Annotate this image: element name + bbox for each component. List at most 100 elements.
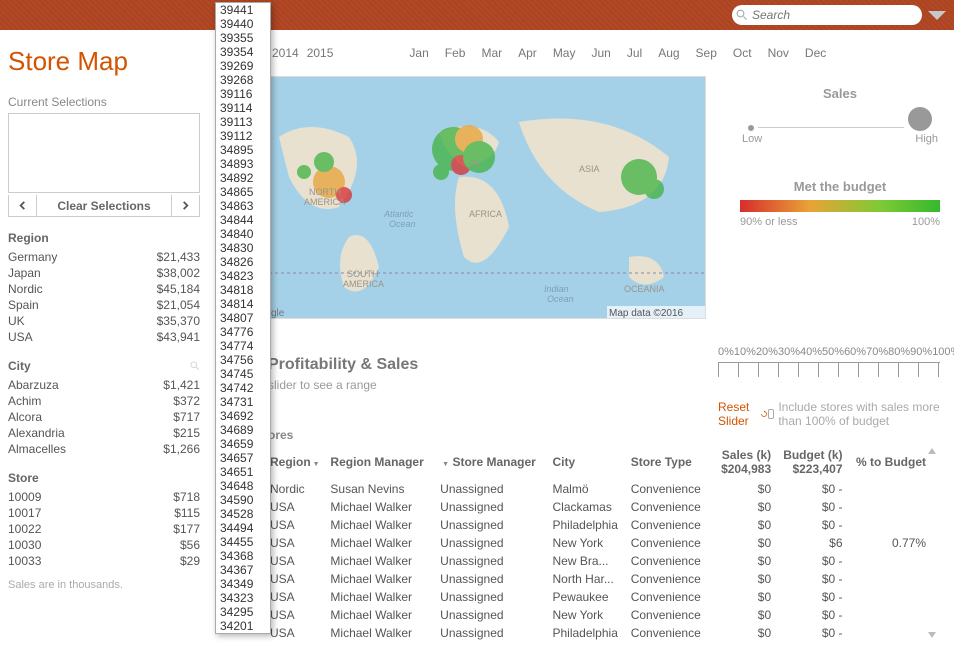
dropdown-option[interactable]: 34657 <box>216 451 270 465</box>
search-scope-dropdown[interactable] <box>928 11 946 20</box>
dropdown-option[interactable]: 39116 <box>216 87 270 101</box>
dropdown-option[interactable]: 34893 <box>216 157 270 171</box>
dropdown-option[interactable]: 34840 <box>216 227 270 241</box>
store-row[interactable]: 10033$29 <box>8 553 200 569</box>
col-region-manager[interactable]: Region Manager <box>328 444 438 480</box>
dropdown-option[interactable]: 39355 <box>216 31 270 45</box>
search-input[interactable] <box>752 8 916 22</box>
table-scroll-down[interactable] <box>928 632 936 638</box>
world-map[interactable]: NORTH AMERICA SOUTH AMERICA PE AFRICA AS… <box>268 76 706 319</box>
table-row[interactable]: USAMichael WalkerUnassignedPhiladelphiaC… <box>268 624 940 642</box>
dropdown-option[interactable]: 34807 <box>216 311 270 325</box>
include-over-100-checkbox[interactable]: Include stores with sales more than 100%… <box>768 400 940 428</box>
dropdown-option[interactable]: 39113 <box>216 115 270 129</box>
dropdown-option[interactable]: 39441 <box>216 3 270 17</box>
city-row[interactable]: Achim$372 <box>8 393 200 409</box>
month-filter[interactable]: May <box>549 44 580 62</box>
region-row[interactable]: UK$35,370 <box>8 313 200 329</box>
month-filter[interactable]: Jun <box>587 44 614 62</box>
month-filter[interactable]: Oct <box>729 44 756 62</box>
dropdown-option[interactable]: 34895 <box>216 143 270 157</box>
dropdown-option[interactable]: 34455 <box>216 535 270 549</box>
store-row[interactable]: 10009$718 <box>8 489 200 505</box>
dropdown-option[interactable]: 39114 <box>216 101 270 115</box>
dropdown-option[interactable]: 34689 <box>216 423 270 437</box>
dropdown-option[interactable]: 34830 <box>216 241 270 255</box>
store-row[interactable]: 10030$56 <box>8 537 200 553</box>
table-row[interactable]: USAMichael WalkerUnassignedNew Bra...Con… <box>268 552 940 570</box>
dropdown-option[interactable]: 39354 <box>216 45 270 59</box>
col-budget[interactable]: Budget (k)$223,407 <box>773 444 844 480</box>
dropdown-option[interactable]: 39440 <box>216 17 270 31</box>
dropdown-option[interactable]: 34865 <box>216 185 270 199</box>
dropdown-option[interactable]: 34892 <box>216 171 270 185</box>
table-scroll-up[interactable] <box>928 448 936 454</box>
col-city[interactable]: City <box>550 444 628 480</box>
month-filter[interactable]: Jan <box>405 44 432 62</box>
table-row[interactable]: USAMichael WalkerUnassignedNew YorkConve… <box>268 606 940 624</box>
dropdown-option[interactable]: 34863 <box>216 199 270 213</box>
dropdown-option[interactable]: 34528 <box>216 507 270 521</box>
store-row[interactable]: 10022$177 <box>8 521 200 537</box>
dropdown-option[interactable]: 39112 <box>216 129 270 143</box>
dropdown-option[interactable]: 34648 <box>216 479 270 493</box>
dropdown-option[interactable]: 34745 <box>216 367 270 381</box>
dropdown-option[interactable]: 34367 <box>216 563 270 577</box>
city-row[interactable]: Alcora$717 <box>8 409 200 425</box>
month-filter[interactable]: Mar <box>477 44 506 62</box>
region-row[interactable]: USA$43,941 <box>8 329 200 345</box>
store-row[interactable]: 10017$115 <box>8 505 200 521</box>
col-store-manager[interactable]: ▼ Store Manager <box>438 444 550 480</box>
table-row[interactable]: USAMichael WalkerUnassignedPewaukeeConve… <box>268 588 940 606</box>
city-row[interactable]: Almacelles$1,266 <box>8 441 200 457</box>
dropdown-option[interactable]: 34731 <box>216 395 270 409</box>
dropdown-option[interactable]: 34368 <box>216 549 270 563</box>
region-row[interactable]: Spain$21,054 <box>8 297 200 313</box>
budget-slider[interactable]: 0%10%20%30%40%50%60%70%80%90%100% <box>718 346 940 376</box>
col-pct-budget[interactable]: % to Budget <box>845 444 928 480</box>
store-id-dropdown[interactable]: 3944139440393553935439269392683911639114… <box>215 2 271 634</box>
dropdown-option[interactable]: 34659 <box>216 437 270 451</box>
table-row[interactable]: USAMichael WalkerUnassignedNorth Har...C… <box>268 570 940 588</box>
region-row[interactable]: Germany$21,433 <box>8 249 200 265</box>
month-filter[interactable]: Feb <box>441 44 470 62</box>
dropdown-option[interactable]: 34826 <box>216 255 270 269</box>
col-sales[interactable]: Sales (k)$204,983 <box>712 444 773 480</box>
dropdown-option[interactable]: 34349 <box>216 577 270 591</box>
selection-forward-button[interactable] <box>171 195 199 216</box>
reset-slider-button[interactable]: Reset Slider <box>718 400 768 428</box>
dropdown-option[interactable]: 34774 <box>216 339 270 353</box>
search-box[interactable] <box>732 5 922 25</box>
year-filter[interactable]: 2015 <box>303 44 338 62</box>
dropdown-option[interactable]: 34494 <box>216 521 270 535</box>
region-row[interactable]: Japan$38,002 <box>8 265 200 281</box>
dropdown-option[interactable]: 34814 <box>216 297 270 311</box>
col-region[interactable]: Region▼ <box>268 444 328 480</box>
dropdown-option[interactable]: 34201 <box>216 619 270 633</box>
month-filter[interactable]: Nov <box>764 44 793 62</box>
dropdown-option[interactable]: 34742 <box>216 381 270 395</box>
col-store-type[interactable]: Store Type <box>629 444 712 480</box>
search-icon[interactable] <box>190 361 200 371</box>
city-row[interactable]: Abarzuza$1,421 <box>8 377 200 393</box>
month-filter[interactable]: Sep <box>692 44 721 62</box>
month-filter[interactable]: Apr <box>514 44 541 62</box>
dropdown-option[interactable]: 34295 <box>216 605 270 619</box>
month-filter[interactable]: Dec <box>801 44 830 62</box>
region-row[interactable]: Nordic$45,184 <box>8 281 200 297</box>
table-row[interactable]: USAMichael WalkerUnassignedPhiladelphiaC… <box>268 516 940 534</box>
dropdown-option[interactable]: 39268 <box>216 73 270 87</box>
table-row[interactable]: NordicSusan NevinsUnassignedMalmöConveni… <box>268 480 940 498</box>
dropdown-option[interactable]: 34844 <box>216 213 270 227</box>
selection-back-button[interactable] <box>9 195 37 216</box>
table-row[interactable]: USAMichael WalkerUnassignedClackamasConv… <box>268 498 940 516</box>
dropdown-option[interactable]: 34818 <box>216 283 270 297</box>
dropdown-option[interactable]: 34651 <box>216 465 270 479</box>
city-row[interactable]: Alexandria$215 <box>8 425 200 441</box>
month-filter[interactable]: Jul <box>623 44 646 62</box>
dropdown-option[interactable]: 34776 <box>216 325 270 339</box>
month-filter[interactable]: Aug <box>654 44 683 62</box>
dropdown-option[interactable]: 34590 <box>216 493 270 507</box>
dropdown-option[interactable]: 34692 <box>216 409 270 423</box>
year-filter[interactable]: 2014 <box>268 44 303 62</box>
